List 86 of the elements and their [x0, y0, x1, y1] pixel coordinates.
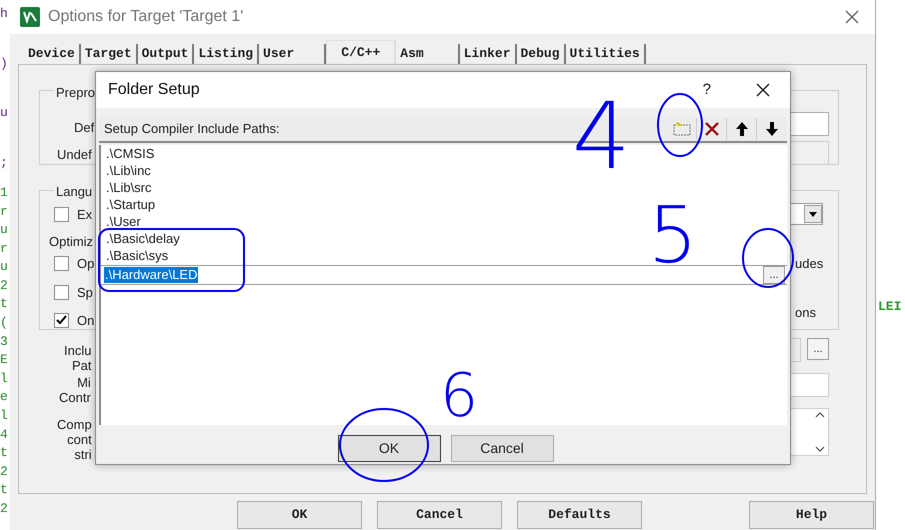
- dropdown-arrow-icon: [809, 212, 817, 216]
- path-item[interactable]: .\CMSIS: [106, 146, 154, 161]
- field-label: Mi: [77, 375, 91, 390]
- browse-button[interactable]: ...: [763, 266, 785, 284]
- path-item[interactable]: .\Lib\inc: [106, 163, 151, 178]
- path-item[interactable]: .\User: [106, 214, 141, 229]
- field-label: Inclu: [64, 343, 92, 358]
- field-label: Comp: [57, 417, 92, 432]
- code-text: l: [0, 372, 8, 386]
- close-icon[interactable]: [756, 83, 770, 97]
- dialog-button[interactable]: OK: [338, 435, 440, 462]
- path-item[interactable]: .\Basic\delay: [106, 231, 180, 246]
- dialog-title: Folder Setup: [108, 80, 200, 100]
- code-text: h: [0, 5, 8, 23]
- code-text: t: [0, 483, 8, 498]
- code-text: t: [0, 446, 8, 460]
- arrow-down-icon: [765, 121, 779, 137]
- dialog-button[interactable]: Cancel: [450, 435, 554, 462]
- browse-button[interactable]: ...: [807, 338, 829, 360]
- code-text: l: [0, 408, 8, 423]
- check-icon: [56, 315, 67, 326]
- delete-icon: [704, 121, 720, 137]
- code-text: 2: [0, 502, 8, 516]
- app-logo-icon: [20, 7, 40, 27]
- checkbox-label: Sp: [77, 284, 93, 302]
- code-text: r: [0, 204, 8, 219]
- code-text: u: [0, 104, 8, 122]
- code-text: (: [0, 316, 8, 330]
- code-text: 2: [0, 464, 8, 479]
- dialog-button[interactable]: Help: [749, 501, 874, 529]
- code-text: 2: [0, 278, 8, 293]
- checkbox-label: Ex: [77, 206, 92, 224]
- dropdown[interactable]: [789, 203, 823, 225]
- field-label: Undef: [57, 146, 92, 164]
- field-label: cont: [67, 432, 92, 447]
- tab[interactable]: C/C++: [326, 40, 396, 64]
- code-text: ;: [0, 154, 8, 172]
- option-label: udes: [795, 255, 824, 273]
- text-field[interactable]: [789, 112, 829, 136]
- dialog-button[interactable]: Defaults: [517, 501, 642, 529]
- checkbox[interactable]: [54, 256, 69, 272]
- path-item[interactable]: .\Startup: [106, 197, 156, 212]
- code-text: e: [0, 390, 8, 404]
- code-text: LEI: [878, 298, 902, 316]
- field-label: Def: [74, 119, 94, 137]
- selected-path-text: .\Hardware\LED: [104, 267, 198, 283]
- tab[interactable]: Debug: [516, 44, 566, 64]
- tab[interactable]: Linker: [460, 44, 516, 64]
- dialog-button[interactable]: OK: [237, 501, 362, 529]
- code-text: E: [0, 353, 8, 368]
- help-button[interactable]: ?: [702, 78, 711, 102]
- code-text: t: [0, 297, 8, 312]
- scroll-up-icon[interactable]: [815, 412, 825, 418]
- checkbox[interactable]: [54, 284, 69, 300]
- checkbox[interactable]: [54, 207, 69, 222]
- list-heading: Setup Compiler Include Paths:: [104, 120, 280, 138]
- option-label: ons: [795, 304, 816, 322]
- tab[interactable]: Utilities: [566, 44, 646, 64]
- path-item[interactable]: .\Basic\sys: [106, 248, 168, 263]
- code-text: u: [0, 260, 8, 274]
- text-field[interactable]: [789, 373, 829, 397]
- field-label: Contr: [59, 390, 91, 405]
- code-text: 4: [0, 428, 8, 442]
- field-label: Pat: [72, 358, 92, 373]
- code-text: ): [0, 54, 8, 72]
- field-label: stri: [74, 447, 92, 462]
- annotation-digit: 6: [440, 361, 478, 431]
- field-label: Optimiz: [49, 233, 94, 251]
- tab[interactable]: Output: [138, 44, 194, 64]
- annotation-circle: [657, 93, 703, 157]
- arrow-up-icon: [734, 121, 748, 137]
- code-text: u: [0, 223, 8, 238]
- new-folder-icon: [672, 122, 690, 136]
- checkbox-label: Op: [77, 255, 94, 273]
- annotation-circle: [742, 228, 794, 288]
- dialog-button[interactable]: Cancel: [377, 501, 502, 529]
- checkbox[interactable]: [54, 313, 69, 328]
- scroll-down-icon[interactable]: [815, 446, 825, 452]
- checkbox-label: On: [77, 312, 94, 330]
- path-edit-field[interactable]: .\Hardware\LED ...: [101, 265, 787, 285]
- code-text: r: [0, 242, 8, 256]
- code-text: 3: [0, 334, 8, 349]
- code-text: 1: [0, 186, 8, 200]
- annotation-digit: 4: [572, 83, 631, 190]
- window-title: Options for Target 'Target 1': [48, 7, 244, 27]
- path-item[interactable]: .\Lib\src: [106, 180, 152, 195]
